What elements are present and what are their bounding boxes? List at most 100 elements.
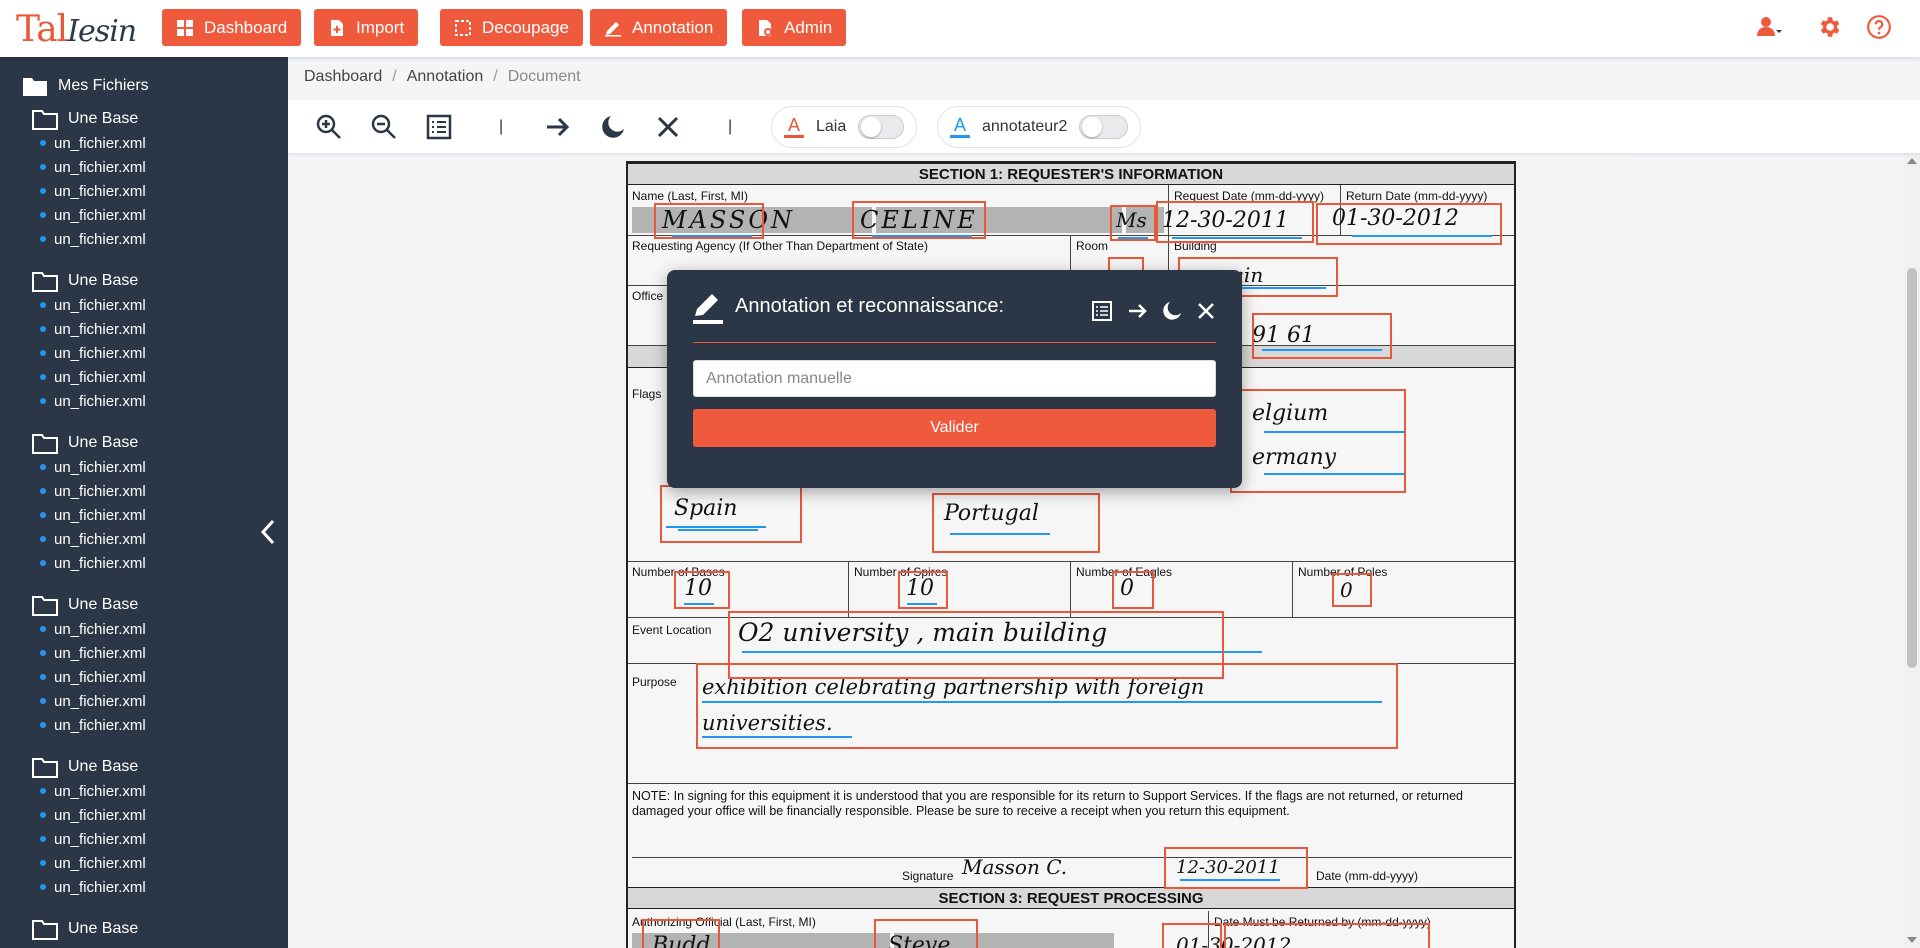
- file-bullet-icon: [40, 236, 46, 242]
- sidebar-file-item[interactable]: un_fichier.xml: [32, 479, 146, 503]
- modal-divider: [693, 342, 1216, 343]
- nav-admin-button[interactable]: Admin: [742, 9, 847, 46]
- sidebar-file-item[interactable]: un_fichier.xml: [32, 503, 146, 527]
- file-plus-icon: [331, 19, 343, 36]
- moon-icon[interactable]: [1161, 300, 1183, 322]
- file-bullet-icon: [40, 674, 46, 680]
- folder-open-icon: [32, 920, 58, 940]
- file-bullet-icon: [40, 398, 46, 404]
- sidebar-folder-group: Une Base un_fichier.xml un_fichier.xml un_f…: [32, 431, 146, 575]
- file-bullet-icon: [40, 302, 46, 308]
- sidebar-file-item[interactable]: un_fichier.xml: [32, 155, 146, 179]
- sidebar-folder-item[interactable]: Une Base: [32, 593, 146, 617]
- pencil-icon: [605, 21, 621, 36]
- arrow-right-icon[interactable]: [1127, 300, 1149, 322]
- file-bullet-icon: [40, 188, 46, 194]
- zoom-in-icon[interactable]: [315, 113, 343, 141]
- sidebar-file-item[interactable]: un_fichier.xml: [32, 827, 146, 851]
- validate-button[interactable]: Valider: [693, 409, 1216, 447]
- annotator-letter-icon: A: [784, 115, 804, 139]
- sidebar-file-label: un_fichier.xml: [54, 806, 146, 824]
- file-bullet-icon: [40, 860, 46, 866]
- settings-gear-icon[interactable]: [1816, 14, 1842, 40]
- form-section-1-header: SECTION 1: REQUESTER'S INFORMATION: [628, 163, 1514, 185]
- sidebar-file-item[interactable]: un_fichier.xml: [32, 851, 146, 875]
- sidebar-file-item[interactable]: un_fichier.xml: [32, 179, 146, 203]
- label-requesting-agency: Requesting Agency (If Other Than Departm…: [632, 239, 928, 253]
- annotator-toggle-annotateur2[interactable]: [1079, 115, 1128, 139]
- annotator-name: Laia: [816, 118, 847, 135]
- collapse-sidebar-chevron-icon[interactable]: [258, 517, 278, 547]
- sidebar-file-item[interactable]: un_fichier.xml: [32, 803, 146, 827]
- sidebar-file-label: un_fichier.xml: [54, 644, 146, 662]
- zoom-out-icon[interactable]: [370, 113, 398, 141]
- sidebar-file-item[interactable]: un_fichier.xml: [32, 875, 146, 899]
- sidebar-file-item[interactable]: un_fichier.xml: [32, 617, 146, 641]
- sidebar-file-label: un_fichier.xml: [54, 368, 146, 386]
- sidebar-file-item[interactable]: un_fichier.xml: [32, 389, 146, 413]
- sidebar-file-item[interactable]: un_fichier.xml: [32, 779, 146, 803]
- sidebar-file-item[interactable]: un_fichier.xml: [32, 455, 146, 479]
- sidebar-file-item[interactable]: un_fichier.xml: [32, 527, 146, 551]
- file-bullet-icon: [40, 464, 46, 470]
- sidebar-file-item[interactable]: un_fichier.xml: [32, 293, 146, 317]
- sidebar-folder-label: Une Base: [68, 596, 139, 613]
- label-date: Date (mm-dd-yyyy): [1316, 869, 1419, 883]
- breadcrumb-dashboard-link[interactable]: Dashboard: [304, 68, 382, 86]
- list-icon[interactable]: [1091, 300, 1113, 322]
- nav-admin-label: Admin: [784, 17, 833, 37]
- sidebar-file-item[interactable]: un_fichier.xml: [32, 227, 146, 251]
- label-event-location: Event Location: [632, 623, 712, 637]
- sidebar-file-item[interactable]: un_fichier.xml: [32, 341, 146, 365]
- annotator-toggle-laia[interactable]: [858, 115, 904, 139]
- sidebar-folder-item[interactable]: Une Base: [32, 107, 146, 131]
- manual-annotation-input[interactable]: [693, 360, 1216, 397]
- file-bullet-icon: [40, 212, 46, 218]
- sidebar-folder-item[interactable]: Une Base: [32, 431, 146, 455]
- nav-decoupage-label: Decoupage: [482, 17, 569, 37]
- sidebar-file-item[interactable]: un_fichier.xml: [32, 713, 146, 737]
- sidebar-file-item[interactable]: un_fichier.xml: [32, 365, 146, 389]
- sidebar-file-item[interactable]: un_fichier.xml: [32, 641, 146, 665]
- nav-dashboard-button[interactable]: Dashboard: [162, 9, 302, 46]
- sidebar-file-label: un_fichier.xml: [54, 296, 146, 314]
- arrow-right-icon[interactable]: [544, 113, 572, 141]
- file-bullet-icon: [40, 326, 46, 332]
- sidebar-file-item[interactable]: un_fichier.xml: [32, 131, 146, 155]
- scroll-down-arrow-icon[interactable]: [1907, 937, 1917, 943]
- scroll-thumb[interactable]: [1907, 268, 1917, 668]
- file-bullet-icon: [40, 812, 46, 818]
- form-note: NOTE: In signing for this equipment it i…: [632, 789, 1463, 818]
- sidebar-folder-item[interactable]: Une Base: [32, 269, 146, 293]
- sidebar-file-label: un_fichier.xml: [54, 134, 146, 152]
- breadcrumb-annotation-link[interactable]: Annotation: [407, 68, 484, 86]
- close-icon[interactable]: [654, 113, 682, 141]
- app-logo[interactable]: TalIesin: [16, 9, 137, 50]
- sidebar-file-label: un_fichier.xml: [54, 692, 146, 710]
- document-scrollbar[interactable]: [1904, 153, 1920, 948]
- nav-annotation-button[interactable]: Annotation: [590, 9, 728, 46]
- moon-icon[interactable]: [599, 113, 627, 141]
- sidebar-file-item[interactable]: un_fichier.xml: [32, 203, 146, 227]
- sidebar-file-item[interactable]: un_fichier.xml: [32, 665, 146, 689]
- scroll-up-arrow-icon[interactable]: [1907, 158, 1917, 164]
- sidebar-folder-label: Une Base: [68, 110, 139, 127]
- nav-decoupage-button[interactable]: Decoupage: [440, 9, 583, 46]
- sidebar-file-item[interactable]: un_fichier.xml: [32, 551, 146, 575]
- sidebar-file-item[interactable]: un_fichier.xml: [32, 317, 146, 341]
- sidebar-folder-item[interactable]: Une Base: [32, 755, 146, 779]
- file-bullet-icon: [40, 698, 46, 704]
- help-icon[interactable]: [1866, 14, 1892, 40]
- sidebar-root-folder[interactable]: Mes Fichiers: [22, 75, 149, 97]
- sidebar-file-item[interactable]: un_fichier.xml: [32, 689, 146, 713]
- list-icon[interactable]: [425, 113, 453, 141]
- sidebar-file-label: un_fichier.xml: [54, 506, 146, 524]
- close-icon[interactable]: [1195, 300, 1217, 322]
- annotator-letter-icon: A: [950, 115, 970, 139]
- user-menu-icon[interactable]: [1756, 14, 1782, 40]
- sidebar-folder-group: Une Base un_fichier.xml un_fichier.xml un_f…: [32, 269, 146, 413]
- sidebar-folder-item[interactable]: Une Base: [32, 917, 138, 941]
- file-bullet-icon: [40, 722, 46, 728]
- sidebar-file-label: un_fichier.xml: [54, 320, 146, 338]
- nav-import-button[interactable]: Import: [314, 9, 419, 46]
